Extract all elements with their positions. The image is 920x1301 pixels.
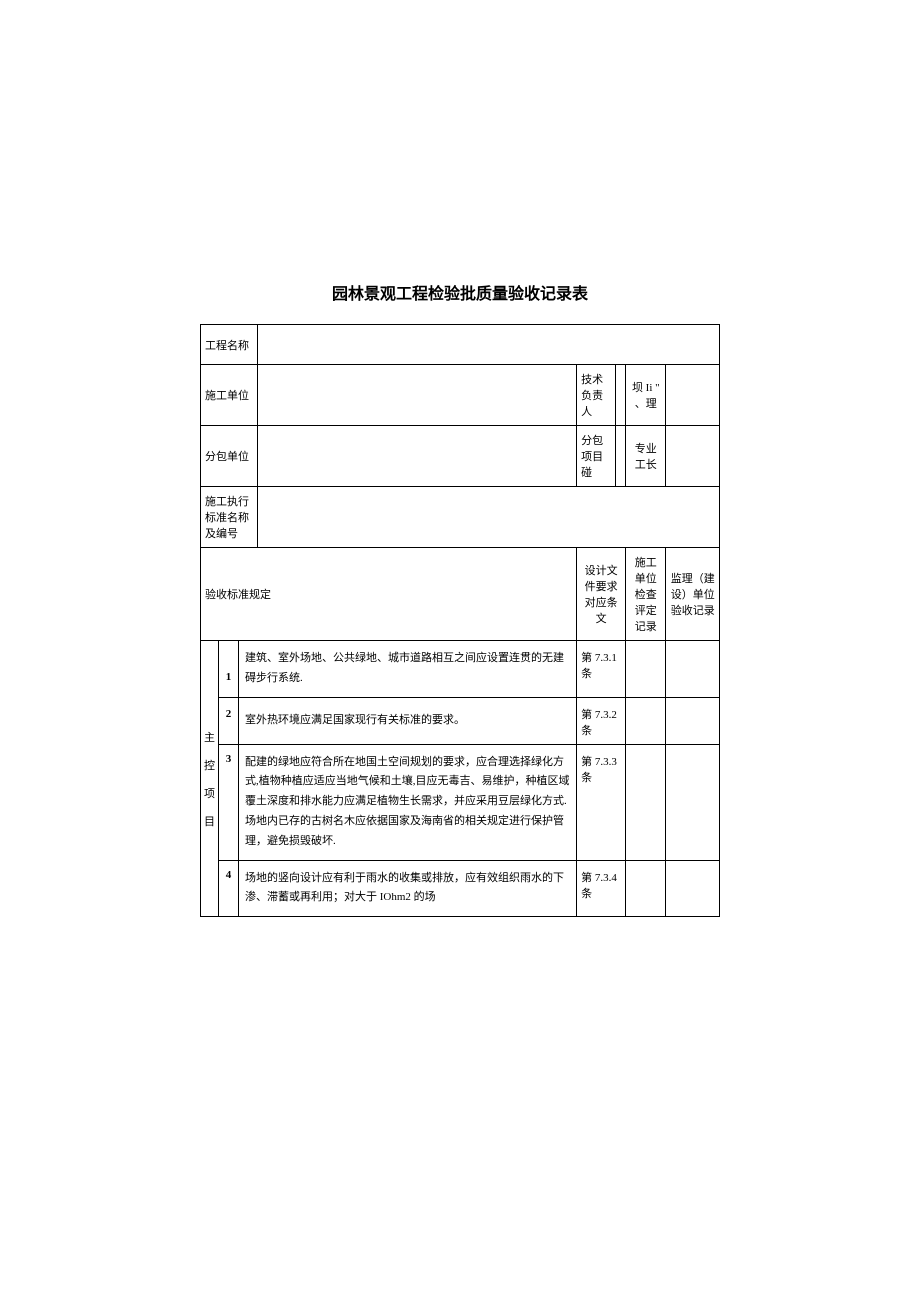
label-sub-project: 分包项目碰 bbox=[577, 426, 616, 487]
inspection-table: 工程名称 施工单位 技术负责人 坝 Ii " 、理 分包单位 分包项目碰 专业工… bbox=[200, 324, 720, 917]
row-desc-1: 建筑、室外场地、公共绿地、城市道路相互之间应设置连贯的无建碍步行系统. bbox=[239, 641, 577, 698]
row-num-2: 2 bbox=[219, 697, 239, 744]
value-subcontractor bbox=[257, 426, 576, 487]
label-inspection-record: 施工单位检查评定记录 bbox=[626, 548, 666, 641]
value-standard bbox=[257, 487, 719, 548]
row-standard: 施工执行标准名称及编号 bbox=[201, 487, 720, 548]
row-num-3: 3 bbox=[219, 744, 239, 860]
label-tech-lead: 技术负责人 bbox=[577, 365, 616, 426]
table-row: 主控项目 1 建筑、室外场地、公共绿地、城市道路相互之间应设置连贯的无建碍步行系… bbox=[201, 641, 720, 698]
row-supervision-3 bbox=[666, 744, 720, 860]
label-acceptance-standard: 验收标准规定 bbox=[201, 548, 577, 641]
label-supervision-record: 监理（建设）单位验收记录 bbox=[666, 548, 720, 641]
row-supervision-4 bbox=[666, 860, 720, 917]
row-inspection-3 bbox=[626, 744, 666, 860]
label-project-name: 工程名称 bbox=[201, 325, 258, 365]
label-main-control-item: 主控项目 bbox=[201, 641, 219, 917]
value-tech-lead bbox=[615, 365, 625, 426]
label-supervisor: 坝 Ii " 、理 bbox=[626, 365, 666, 426]
row-columns-header: 验收标准规定 设计文件要求对应条文 施工单位检查评定记录 监理（建设）单位验收记… bbox=[201, 548, 720, 641]
value-sub-project bbox=[615, 426, 625, 487]
row-project-name: 工程名称 bbox=[201, 325, 720, 365]
row-construction-unit: 施工单位 技术负责人 坝 Ii " 、理 bbox=[201, 365, 720, 426]
row-clause-3: 第 7.3.3 条 bbox=[577, 744, 626, 860]
row-clause-4: 第 7.3.4 条 bbox=[577, 860, 626, 917]
row-inspection-2 bbox=[626, 697, 666, 744]
row-clause-1: 第 7.3.1 条 bbox=[577, 641, 626, 698]
page-title: 园林景观工程检验批质量验收记录表 bbox=[200, 280, 720, 304]
row-desc-2: 室外热环境应满足国家现行有关标准的要求。 bbox=[239, 697, 577, 744]
row-inspection-4 bbox=[626, 860, 666, 917]
row-desc-4: 场地的竖向设计应有利于雨水的收集或排放，应有效组织雨水的下渗、滞蓄或再利用；对大… bbox=[239, 860, 577, 917]
table-row: 2 室外热环境应满足国家现行有关标准的要求。 第 7.3.2 条 bbox=[201, 697, 720, 744]
row-desc-3: 配建的绿地应符合所在地国土空间规划的要求，应合理选择绿化方式,植物种植应适应当地… bbox=[239, 744, 577, 860]
label-construction-unit: 施工单位 bbox=[201, 365, 258, 426]
label-subcontractor: 分包单位 bbox=[201, 426, 258, 487]
table-row: 4 场地的竖向设计应有利于雨水的收集或排放，应有效组织雨水的下渗、滞蓄或再利用；… bbox=[201, 860, 720, 917]
row-num-1: 1 bbox=[219, 641, 239, 698]
row-clause-2: 第 7.3.2 条 bbox=[577, 697, 626, 744]
value-construction-unit bbox=[257, 365, 576, 426]
table-row: 3 配建的绿地应符合所在地国土空间规划的要求，应合理选择绿化方式,植物种植应适应… bbox=[201, 744, 720, 860]
row-inspection-1 bbox=[626, 641, 666, 698]
label-standard: 施工执行标准名称及编号 bbox=[201, 487, 258, 548]
value-project-name bbox=[257, 325, 719, 365]
row-supervision-2 bbox=[666, 697, 720, 744]
row-num-4: 4 bbox=[219, 860, 239, 917]
value-specialty-foreman bbox=[666, 426, 720, 487]
row-subcontractor: 分包单位 分包项目碰 专业工长 bbox=[201, 426, 720, 487]
row-supervision-1 bbox=[666, 641, 720, 698]
label-specialty-foreman: 专业工长 bbox=[626, 426, 666, 487]
value-supervisor bbox=[666, 365, 720, 426]
label-design-clause: 设计文件要求对应条文 bbox=[577, 548, 626, 641]
